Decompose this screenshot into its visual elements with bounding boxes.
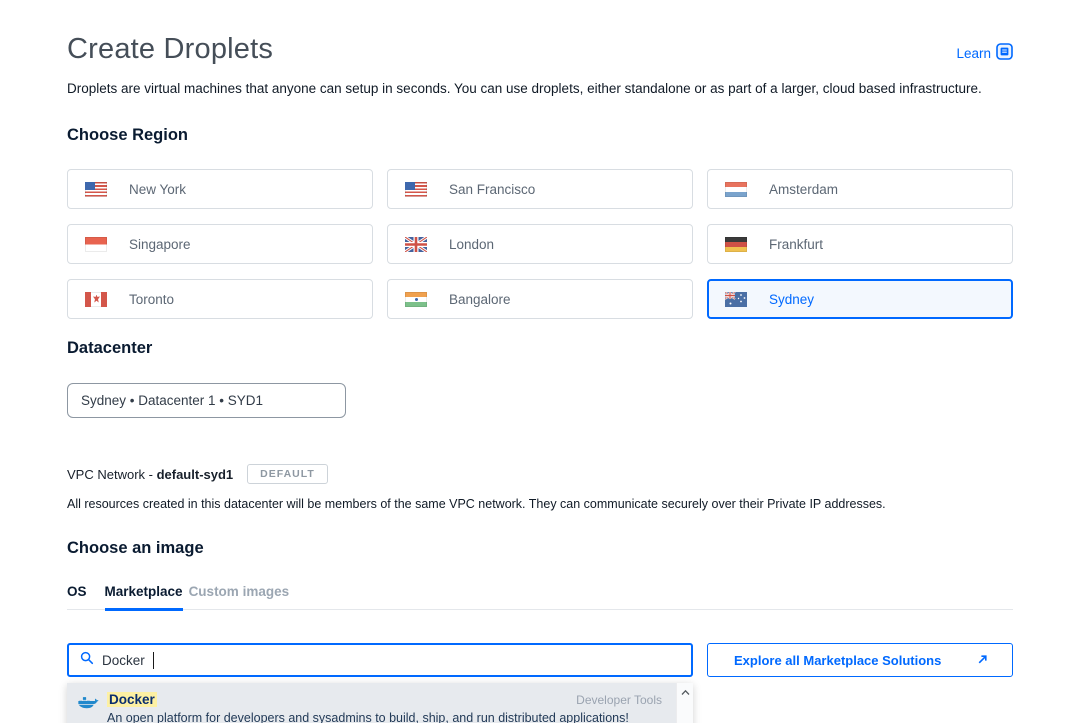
- docker-whale-icon: [78, 694, 99, 715]
- choose-region-heading: Choose Region: [67, 126, 1013, 145]
- vpc-network-name: default-syd1: [157, 467, 234, 482]
- search-results-dropdown: Docker Developer Tools An open platform …: [67, 683, 693, 723]
- sg-flag-icon: [85, 237, 107, 252]
- search-input[interactable]: Docker: [67, 643, 693, 677]
- result-name: Docker: [107, 692, 157, 707]
- region-label: Amsterdam: [769, 182, 838, 197]
- region-label: San Francisco: [449, 182, 535, 197]
- region-button-san-francisco[interactable]: San Francisco: [387, 169, 693, 209]
- datacenter-heading: Datacenter: [67, 339, 1013, 358]
- dropdown-scrollbar[interactable]: [676, 683, 693, 723]
- nl-flag-icon: [725, 182, 747, 197]
- external-arrow-icon: [977, 653, 988, 668]
- region-label: Bangalore: [449, 292, 511, 307]
- ca-flag-icon: [85, 292, 107, 307]
- choose-image-heading: Choose an image: [67, 539, 1013, 558]
- vpc-network-label: VPC Network - default-syd1: [67, 467, 233, 482]
- region-label: Sydney: [769, 292, 814, 307]
- tab-os[interactable]: OS: [67, 584, 87, 609]
- search-icon: [80, 651, 94, 670]
- explore-marketplace-label: Explore all Marketplace Solutions: [734, 653, 941, 668]
- result-description: An open platform for developers and sysa…: [107, 711, 662, 723]
- datacenter-select[interactable]: Sydney • Datacenter 1 • SYD1: [67, 383, 346, 418]
- region-label: New York: [129, 182, 186, 197]
- uk-flag-icon: [405, 237, 427, 252]
- region-button-singapore[interactable]: Singapore: [67, 224, 373, 264]
- scroll-up-icon: [681, 689, 690, 696]
- explore-marketplace-button[interactable]: Explore all Marketplace Solutions: [707, 643, 1013, 677]
- tab-marketplace[interactable]: Marketplace: [105, 584, 183, 609]
- region-button-bangalore[interactable]: Bangalore: [387, 279, 693, 319]
- create-droplets-page: Create Droplets Learn Droplets are virtu…: [0, 0, 1073, 723]
- region-label: London: [449, 237, 494, 252]
- region-button-frankfurt[interactable]: Frankfurt: [707, 224, 1013, 264]
- result-item-docker[interactable]: Docker Developer Tools An open platform …: [67, 683, 676, 723]
- image-tabs: OS Marketplace Custom images: [67, 584, 1013, 610]
- learn-link-label: Learn: [956, 46, 991, 61]
- learn-link[interactable]: Learn: [956, 43, 1013, 63]
- de-flag-icon: [725, 237, 747, 252]
- au-flag-icon: [725, 292, 747, 307]
- region-button-amsterdam[interactable]: Amsterdam: [707, 169, 1013, 209]
- vpc-network-row: VPC Network - default-syd1 DEFAULT: [67, 464, 1013, 484]
- region-label: Toronto: [129, 292, 174, 307]
- in-flag-icon: [405, 292, 427, 307]
- region-button-sydney[interactable]: Sydney: [707, 279, 1013, 319]
- result-category: Developer Tools: [576, 693, 662, 707]
- datacenter-value: Sydney • Datacenter 1 • SYD1: [81, 393, 263, 408]
- us-flag-icon: [405, 182, 427, 197]
- page-subtitle: Droplets are virtual machines that anyon…: [67, 81, 1013, 96]
- region-label: Frankfurt: [769, 237, 823, 252]
- us-flag-icon: [85, 182, 107, 197]
- page-header: Create Droplets Learn: [67, 33, 1013, 66]
- region-label: Singapore: [129, 237, 191, 252]
- search-results-list: Docker Developer Tools An open platform …: [67, 683, 676, 723]
- tab-custom-images[interactable]: Custom images: [189, 584, 290, 609]
- text-caret: [153, 652, 154, 669]
- region-button-new-york[interactable]: New York: [67, 169, 373, 209]
- vpc-default-badge: DEFAULT: [247, 464, 328, 484]
- region-button-toronto[interactable]: Toronto: [67, 279, 373, 319]
- region-grid: New York San Francisco Amsterdam Singapo…: [67, 169, 1013, 319]
- vpc-description: All resources created in this datacenter…: [67, 497, 1013, 511]
- search-value: Docker: [102, 653, 145, 668]
- region-button-london[interactable]: London: [387, 224, 693, 264]
- learn-doc-icon: [996, 43, 1013, 63]
- page-title: Create Droplets: [67, 33, 273, 66]
- result-item-header: Docker Developer Tools: [107, 692, 662, 707]
- search-row: Docker Explore all Marketplace Solutions: [67, 643, 1013, 677]
